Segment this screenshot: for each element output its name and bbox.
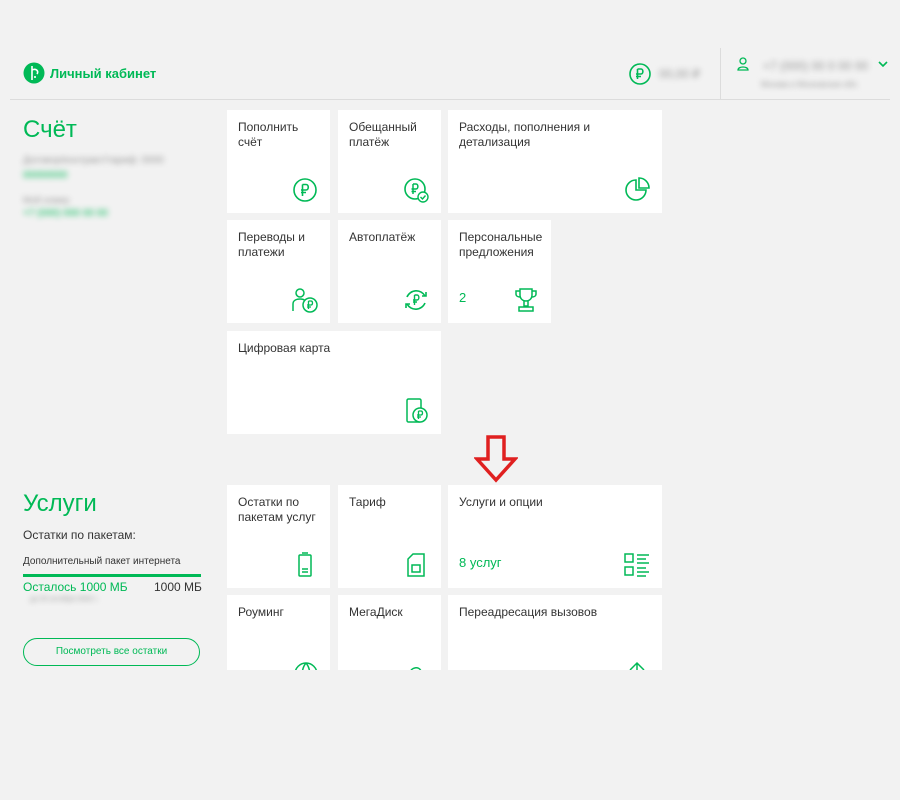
promised-payment-icon: [404, 178, 429, 203]
package-total: 1000 МБ: [154, 580, 202, 594]
autopay-icon: [405, 290, 427, 310]
chevron-down-icon[interactable]: [878, 60, 888, 68]
list-grid-icon: [624, 553, 649, 577]
ruble-circle-icon: [629, 63, 651, 85]
tile-label: Пополнить счёт: [238, 120, 299, 149]
tile-label: Обещанный платёж: [349, 120, 417, 149]
logo-text: Личный кабинет: [50, 65, 157, 81]
tile-tariff[interactable]: Тариф: [338, 485, 441, 588]
tile-call-forwarding[interactable]: Переадресация вызовов: [448, 595, 662, 670]
trophy-icon: [515, 288, 537, 312]
tile-label: Услуги и опции: [459, 495, 543, 509]
package-expiry: до 00 октября 0000 г.: [30, 596, 99, 603]
tile-expenses[interactable]: Расходы, пополнения и детализация: [448, 110, 662, 213]
tile-transfers[interactable]: Переводы и платежи: [227, 220, 330, 323]
balance-value: 00,00 ₽: [659, 67, 700, 81]
user-phone: +7 (000) 00 0 00 00: [763, 59, 869, 73]
battery-icon: [298, 552, 312, 577]
tile-label: Автоплатёж: [349, 230, 416, 244]
pie-chart-icon: [625, 177, 650, 201]
account-title: Счёт: [23, 116, 77, 143]
tile-label: Тариф: [349, 495, 386, 509]
account-info-link1[interactable]: 00000000: [23, 170, 68, 181]
account-info-line2: Мой номер: [23, 195, 70, 205]
sim-card-icon: [407, 553, 425, 577]
view-all-remaining-button[interactable]: Посмотреть все остатки: [23, 638, 200, 666]
user-menu[interactable]: +7 (000) 00 0 00 00 Москва и Московская …: [720, 48, 900, 100]
package-remaining: Осталось 1000 МБ: [23, 580, 128, 594]
user-region: Москва и Московская обл.: [761, 80, 859, 89]
tile-digital-card[interactable]: Цифровая карта: [227, 331, 441, 434]
tile-label: Остатки по пакетам услуг: [238, 495, 316, 524]
balance-widget[interactable]: 00,00 ₽: [629, 63, 700, 85]
tile-personal-offers[interactable]: Персональные предложения 2: [448, 220, 551, 323]
tile-label: Переадресация вызовов: [459, 605, 598, 619]
tile-label: Цифровая карта: [238, 341, 331, 355]
tile-label: МегаДиск: [349, 605, 403, 619]
services-title: Услуги: [23, 490, 97, 517]
ruble-circle-icon: [293, 178, 317, 202]
tile-package-remainders[interactable]: Остатки по пакетам услуг: [227, 485, 330, 588]
globe-icon: [294, 662, 318, 670]
package-name: Дополнительный пакет интернета: [23, 556, 181, 567]
user-icon: [737, 57, 749, 71]
arrow-down-icon: [474, 435, 518, 483]
tile-autopay[interactable]: Автоплатёж: [338, 220, 441, 323]
account-info-line1: Договор/контракт/тариф: 0000: [23, 155, 164, 166]
package-progress-bar: [23, 574, 201, 577]
account-info-link2[interactable]: +7 (000) 000 00 00: [23, 208, 108, 219]
cloud-icon: [410, 667, 422, 670]
header-divider: [10, 99, 890, 100]
digital-card-icon: [406, 398, 428, 423]
package-progress-fill: [23, 574, 201, 577]
person-ruble-icon: [292, 288, 318, 313]
tile-top-up[interactable]: Пополнить счёт: [227, 110, 330, 213]
tile-services-and-options[interactable]: Услуги и опции 8 услуг: [448, 485, 662, 588]
tile-roaming[interactable]: Роуминг: [227, 595, 330, 670]
offers-count: 2: [459, 290, 467, 305]
forward-icon: [629, 661, 645, 670]
megafon-logo-icon: [23, 62, 45, 84]
tile-megadisk[interactable]: МегаДиск: [338, 595, 441, 670]
tile-label: Расходы, пополнения и детализация: [459, 120, 591, 149]
packages-label: Остатки по пакетам:: [23, 528, 136, 542]
logo[interactable]: Личный кабинет: [23, 62, 156, 84]
tile-label: Роуминг: [238, 605, 284, 619]
tile-promised-payment[interactable]: Обещанный платёж: [338, 110, 441, 213]
services-count: 8 услуг: [459, 555, 502, 570]
tile-label: Персональные предложения: [459, 230, 543, 259]
tile-label: Переводы и платежи: [238, 230, 305, 259]
